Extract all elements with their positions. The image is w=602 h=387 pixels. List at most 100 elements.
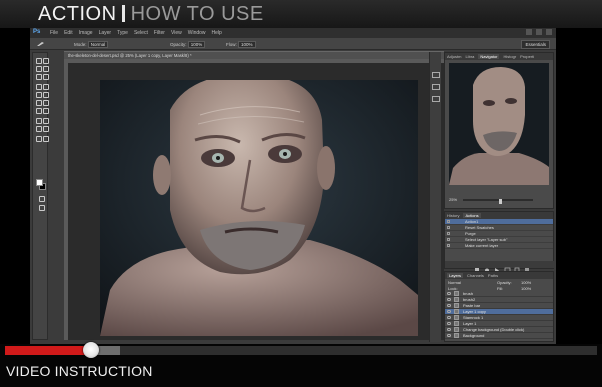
panel-dock-strip (429, 52, 441, 342)
eye-icon[interactable] (447, 298, 451, 301)
eye-icon[interactable] (447, 304, 451, 307)
tab-actions[interactable]: Actions (463, 213, 481, 218)
eye-icon[interactable] (447, 292, 451, 295)
layer-name: Layer 1 copy (463, 309, 486, 314)
zoom-slider[interactable] (463, 199, 533, 204)
history-panel-icon[interactable] (432, 72, 440, 78)
actions-panel-icon[interactable] (432, 84, 440, 90)
eye-icon[interactable] (447, 310, 451, 313)
eye-icon[interactable] (447, 316, 451, 319)
lasso-tool-icon[interactable] (35, 65, 42, 72)
dodge-tool-icon[interactable] (42, 107, 49, 114)
path-select-tool-icon[interactable] (35, 125, 42, 132)
layer-name: Background (463, 333, 485, 338)
menu-layer[interactable]: Layer (99, 30, 112, 36)
layer-thumbnail (454, 327, 459, 332)
tab-channels[interactable]: Channels (467, 273, 484, 278)
menu-type[interactable]: Type (117, 30, 128, 36)
foreground-color-swatch[interactable] (36, 179, 43, 186)
type-tool-icon[interactable] (42, 117, 49, 124)
menu-view[interactable]: View (171, 30, 182, 36)
tab-adjustments[interactable]: Adjustm (447, 54, 461, 59)
marquee-tool-icon[interactable] (42, 57, 49, 64)
menu-filter[interactable]: Filter (154, 30, 165, 36)
menu-help[interactable]: Help (212, 30, 222, 36)
menu-select[interactable]: Select (134, 30, 148, 36)
action-toggle-icon[interactable] (447, 244, 450, 247)
progress-fill (5, 346, 91, 355)
document-tab[interactable]: the-skeleton-del-desert.psd @ 25% (Layer… (64, 51, 444, 59)
opacity-field[interactable]: 100% (187, 41, 206, 48)
swatches-panel-icon[interactable] (432, 96, 440, 102)
history-brush-tool-icon[interactable] (42, 91, 49, 98)
header-banner: ACTION HOW TO USE (0, 0, 602, 28)
layer-name: Change background (Double click) (463, 327, 525, 332)
layer-name: brush (463, 291, 474, 296)
action-toggle-icon[interactable] (447, 238, 450, 241)
clone-stamp-tool-icon[interactable] (35, 91, 42, 98)
zoom-tool-icon[interactable] (42, 135, 49, 142)
tab-histogram[interactable]: Histogr (503, 54, 516, 59)
video-frame[interactable]: Ps File Edit Image Layer Type Select Fil… (0, 28, 602, 344)
quick-select-tool-icon[interactable] (42, 65, 49, 72)
mode-label: Mode: (74, 42, 87, 47)
tab-navigator[interactable]: Navigator (478, 54, 500, 59)
layer-thumbnail (454, 291, 459, 296)
healing-tool-icon[interactable] (35, 83, 42, 90)
layer-thumbnail (454, 315, 459, 320)
workspace-select[interactable]: Essentials (521, 40, 550, 49)
flow-field[interactable]: 100% (238, 41, 256, 48)
screen-mode-icon[interactable] (38, 204, 45, 211)
action-toggle-icon[interactable] (447, 220, 450, 223)
menu-image[interactable]: Image (79, 30, 93, 36)
action-toggle-icon[interactable] (447, 232, 450, 235)
quick-mask-icon[interactable] (38, 195, 45, 202)
eyedropper-tool-icon[interactable] (42, 73, 49, 80)
move-tool-icon[interactable] (35, 57, 42, 64)
tab-paths[interactable]: Paths (488, 273, 498, 278)
brush-tool-icon[interactable] (42, 83, 49, 90)
action-toggle-icon[interactable] (447, 226, 450, 229)
mode-select[interactable]: Normal (87, 41, 109, 48)
navigator-thumbnail[interactable] (449, 63, 549, 185)
layer-name: brush2 (463, 297, 476, 302)
video-progress-bar[interactable] (5, 342, 597, 358)
photoshop-window: Ps File Edit Image Layer Type Select Fil… (30, 28, 556, 344)
menu-file[interactable]: File (50, 30, 58, 36)
page-title: ACTION HOW TO USE (38, 3, 264, 25)
brush-tool-icon[interactable] (36, 41, 46, 48)
close-icon[interactable] (546, 29, 552, 35)
layer-name: Paste bar (463, 303, 481, 308)
eye-icon[interactable] (447, 328, 451, 331)
progress-scrubber-knob[interactable] (82, 342, 99, 358)
crop-tool-icon[interactable] (35, 73, 42, 80)
blur-tool-icon[interactable] (35, 107, 42, 114)
portrait-photo[interactable] (100, 80, 418, 336)
maximize-icon[interactable] (536, 29, 542, 35)
layer-thumbnail (454, 309, 459, 314)
actions-footer (445, 261, 555, 274)
zoom-slider-knob[interactable] (499, 199, 502, 204)
navigator-zoom: 25% (449, 197, 549, 204)
layers-panel: Layers Channels Paths Normal Opacity: 10… (444, 271, 554, 342)
action-item[interactable]: Make current layer (445, 243, 553, 249)
layer-name: Stamrock 1 (463, 315, 484, 320)
tab-history[interactable]: History (447, 213, 459, 218)
action-label: Reset Swatches (465, 225, 494, 230)
eye-icon[interactable] (447, 334, 451, 337)
gradient-tool-icon[interactable] (42, 99, 49, 106)
navigator-tabs: Adjustm Libra Navigator Histogr Properti (445, 53, 553, 60)
minimize-icon[interactable] (526, 29, 532, 35)
pen-tool-icon[interactable] (35, 117, 42, 124)
tab-libraries[interactable]: Libra (465, 54, 474, 59)
layer-thumbnail (454, 297, 459, 302)
menu-edit[interactable]: Edit (64, 30, 73, 36)
tab-layers[interactable]: Layers (447, 273, 464, 278)
layer-row[interactable]: Background (445, 333, 553, 339)
eraser-tool-icon[interactable] (35, 99, 42, 106)
hand-tool-icon[interactable] (35, 135, 42, 142)
menu-window[interactable]: Window (188, 30, 206, 36)
tab-properties[interactable]: Properti (520, 54, 534, 59)
eye-icon[interactable] (447, 322, 451, 325)
shape-tool-icon[interactable] (42, 125, 49, 132)
